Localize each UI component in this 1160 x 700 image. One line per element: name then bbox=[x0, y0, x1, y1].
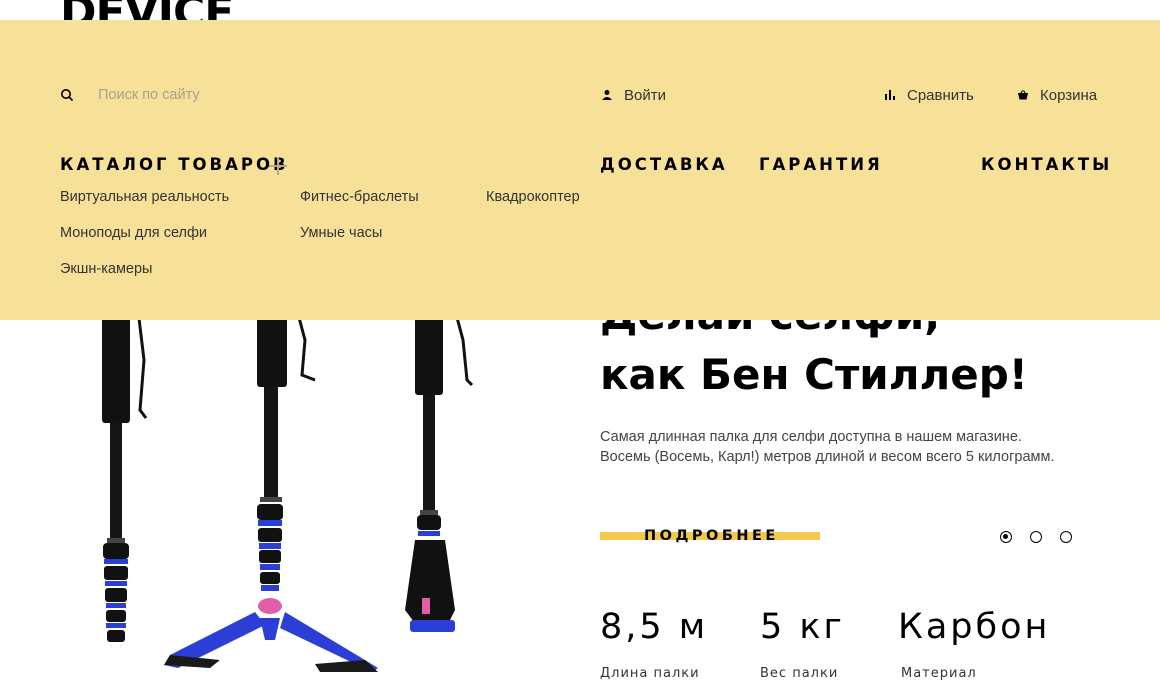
nav-contacts[interactable]: КОНТАКТЫ bbox=[981, 155, 1112, 175]
search-bar bbox=[60, 85, 460, 105]
stat-weight-label: Вес палки bbox=[760, 666, 839, 681]
monopod-left bbox=[102, 309, 148, 642]
slider-dot-1[interactable] bbox=[1000, 531, 1012, 543]
catalog-expand-plus-icon[interactable] bbox=[268, 156, 288, 176]
stat-length-label: Длина палки bbox=[600, 666, 700, 681]
monopod-middle bbox=[164, 309, 378, 672]
hero-title-line-2: как Бен Стиллер! bbox=[600, 350, 1028, 399]
search-input[interactable] bbox=[98, 87, 398, 103]
compare-bars-icon bbox=[883, 88, 897, 102]
slider-dot-2[interactable] bbox=[1030, 531, 1042, 543]
nav-warranty[interactable]: ГАРАНТИЯ bbox=[759, 155, 883, 175]
catalog-item-monopods[interactable]: Моноподы для селфи bbox=[60, 224, 207, 242]
stat-material: Карбон Материал bbox=[898, 605, 1050, 681]
hero-description-line-2: Восемь (Восемь, Карл!) метров длиной и в… bbox=[600, 449, 1055, 465]
compare-label: Сравнить bbox=[907, 86, 974, 104]
nav-delivery[interactable]: ДОСТАВКА bbox=[600, 155, 728, 175]
cart-basket-icon bbox=[1016, 88, 1030, 102]
nav-catalog[interactable]: КАТАЛОГ ТОВАРОВ bbox=[60, 155, 289, 175]
stat-weight-value: 5 кг bbox=[760, 607, 845, 647]
stat-weight: 5 кг Вес палки bbox=[760, 605, 845, 681]
compare-link[interactable]: Сравнить bbox=[883, 85, 974, 105]
login-label: Войти bbox=[624, 86, 666, 104]
stat-length-value: 8,5 м bbox=[600, 607, 709, 647]
more-button[interactable]: ПОДРОБНЕЕ bbox=[600, 526, 820, 548]
stat-material-label: Материал bbox=[901, 666, 977, 681]
catalog-item-vr[interactable]: Виртуальная реальность bbox=[60, 188, 229, 206]
hero-description-line-1: Самая длинная палка для селфи доступна в… bbox=[600, 429, 1022, 445]
catalog-item-action-cameras[interactable]: Экшн-камеры bbox=[60, 260, 152, 278]
stat-length: 8,5 м Длина палки bbox=[600, 605, 708, 681]
cart-label: Корзина bbox=[1040, 86, 1098, 104]
catalog-item-quadcopter[interactable]: Квадрокоптер bbox=[486, 188, 580, 206]
stat-material-value: Карбон bbox=[898, 607, 1051, 647]
cart-link[interactable]: Корзина bbox=[1016, 85, 1097, 105]
slider-pagination bbox=[1000, 531, 1072, 543]
search-icon[interactable] bbox=[60, 88, 74, 102]
hero-description: Самая длинная палка для селфи доступна в… bbox=[600, 427, 1100, 467]
user-icon bbox=[600, 88, 614, 102]
monopod-right bbox=[405, 309, 474, 632]
catalog-item-smart-watches[interactable]: Умные часы bbox=[300, 224, 382, 242]
monopod-product-image bbox=[102, 309, 474, 672]
more-button-label: ПОДРОБНЕЕ bbox=[644, 528, 779, 544]
slider-dot-3[interactable] bbox=[1060, 531, 1072, 543]
login-link[interactable]: Войти bbox=[600, 85, 666, 105]
header-catalog-panel: Войти Сравнить Корзина КАТАЛОГ ТОВАРОВ Д… bbox=[0, 20, 1160, 320]
catalog-item-fitness-bands[interactable]: Фитнес-браслеты bbox=[300, 188, 419, 206]
